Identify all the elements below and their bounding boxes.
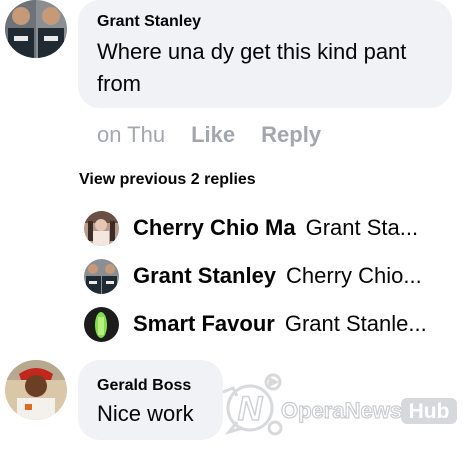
profile-photo-icon (5, 0, 67, 58)
avatar (84, 259, 119, 294)
reply-author[interactable]: Cherry Chio Ma (133, 215, 296, 240)
comment-bubble: Gerald Boss Nice work (78, 360, 223, 440)
comment-actions: on Thu Like Reply (97, 122, 321, 148)
comment-author[interactable]: Gerald Boss (97, 377, 191, 395)
reply-button[interactable]: Reply (261, 122, 321, 147)
reply-snippet: Cherry Chio... (286, 263, 422, 288)
reply-author[interactable]: Grant Stanley (133, 263, 276, 288)
reply-item[interactable]: Cherry Chio Ma Grant Sta... (84, 211, 470, 247)
profile-photo-icon (84, 307, 119, 342)
profile-photo-icon (5, 360, 67, 420)
comment-text: Nice work (97, 401, 194, 426)
reply-text: Grant Stanley Cherry Chio... (133, 262, 469, 290)
view-previous-replies-link[interactable]: View previous 2 replies (79, 171, 256, 189)
comment-author[interactable]: Grant Stanley (97, 13, 201, 31)
reply-item[interactable]: Grant Stanley Cherry Chio... (84, 259, 470, 295)
watermark-text-1: OperaNews (281, 398, 402, 423)
comment-text-line-2: from (97, 71, 141, 96)
reply-text: Cherry Chio Ma Grant Sta... (133, 214, 469, 242)
avatar-gerald-boss[interactable] (5, 360, 67, 420)
reply-text: Smart Favour Grant Stanle... (133, 310, 469, 338)
comment-bubble: Grant Stanley Where una dy get this kind… (78, 0, 452, 108)
operanews-logo-icon: N OperaNews Hub (222, 373, 457, 436)
profile-photo-icon (84, 259, 119, 294)
reply-snippet: Grant Sta... (305, 215, 419, 240)
reply-author[interactable]: Smart Favour (133, 311, 275, 336)
like-button[interactable]: Like (191, 122, 235, 147)
avatar (84, 211, 119, 246)
avatar-grant-stanley[interactable] (5, 0, 67, 58)
comment-timestamp: on Thu (97, 122, 166, 147)
comment-text-line-1: Where una dy get this kind pant (97, 39, 407, 64)
operanews-watermark: N OperaNews Hub (215, 370, 465, 440)
reply-snippet: Grant Stanle... (284, 311, 427, 336)
profile-photo-icon (84, 211, 119, 246)
svg-text:N: N (238, 390, 264, 428)
reply-item[interactable]: Smart Favour Grant Stanle... (84, 307, 470, 343)
watermark-text-2: Hub (409, 400, 450, 423)
avatar (84, 307, 119, 342)
